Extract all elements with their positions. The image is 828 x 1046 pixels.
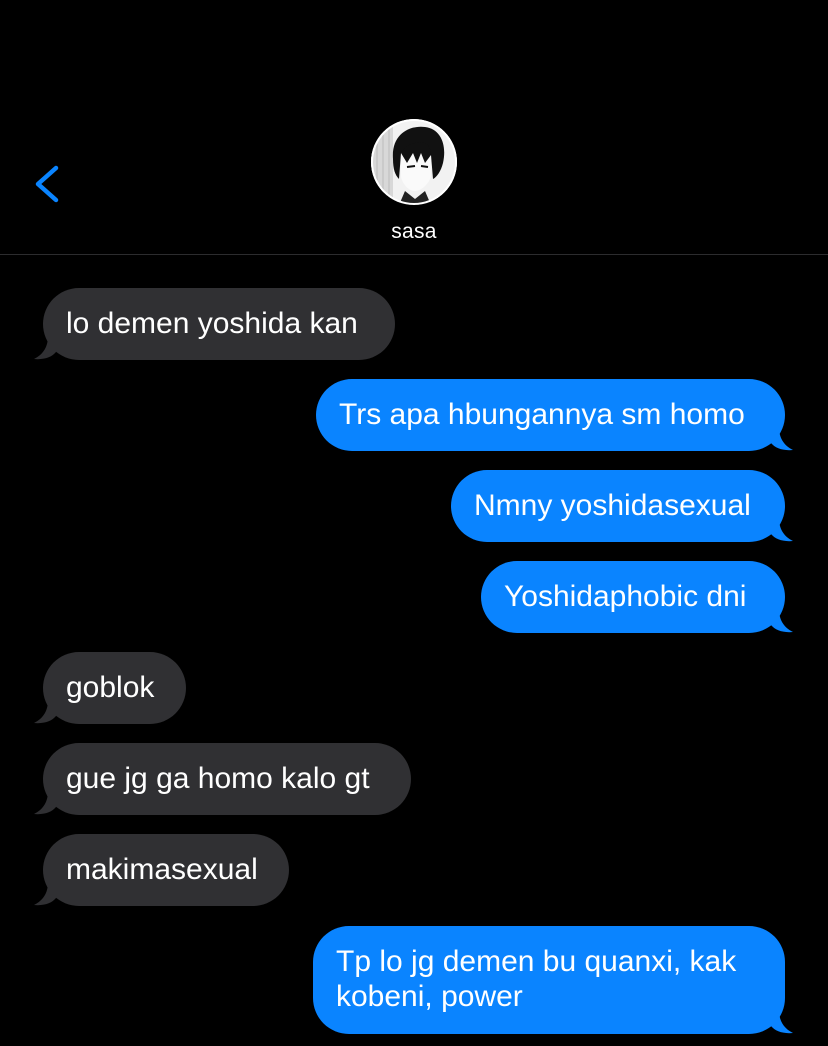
sent-bubble-tail: [771, 1010, 793, 1034]
avatar-image: [371, 119, 457, 205]
conversation-header: sasa: [0, 0, 828, 255]
message-text: Yoshidaphobic dni: [504, 580, 747, 613]
chevron-left-icon: [35, 165, 59, 203]
sent-message-bubble[interactable]: Trs apa hbungannya sm homo: [316, 379, 785, 451]
received-message-bubble[interactable]: goblok: [43, 652, 186, 724]
message-text: Tp lo jg demen bu quanxi, kak kobeni, po…: [336, 945, 737, 1013]
message-text: goblok: [66, 671, 155, 704]
sent-bubble-tail: [771, 609, 793, 633]
sent-message-bubble[interactable]: Nmny yoshidasexual: [451, 470, 785, 542]
sent-bubble-tail: [771, 427, 793, 451]
back-button[interactable]: [28, 160, 68, 208]
contact-name[interactable]: sasa: [0, 220, 828, 244]
received-message-bubble[interactable]: makimasexual: [43, 834, 289, 906]
received-bubble-tail: [34, 336, 56, 360]
contact-avatar[interactable]: [371, 119, 457, 205]
sent-message-bubble[interactable]: Tp lo jg demen bu quanxi, kak kobeni, po…: [313, 926, 785, 1034]
sent-bubble-tail: [771, 518, 793, 542]
received-message-bubble[interactable]: gue jg ga homo kalo gt: [43, 743, 411, 815]
message-text: lo demen yoshida kan: [66, 307, 358, 340]
message-text: Trs apa hbungannya sm homo: [339, 398, 745, 431]
received-bubble-tail: [34, 700, 56, 724]
message-thread[interactable]: lo demen yoshida kan Trs apa hbungannya …: [0, 255, 828, 1046]
received-bubble-tail: [34, 882, 56, 906]
message-text: makimasexual: [66, 853, 258, 886]
received-message-bubble[interactable]: lo demen yoshida kan: [43, 288, 395, 360]
message-text: Nmny yoshidasexual: [474, 489, 751, 522]
sent-message-bubble[interactable]: Yoshidaphobic dni: [481, 561, 785, 633]
message-text: gue jg ga homo kalo gt: [66, 762, 370, 795]
received-bubble-tail: [34, 791, 56, 815]
